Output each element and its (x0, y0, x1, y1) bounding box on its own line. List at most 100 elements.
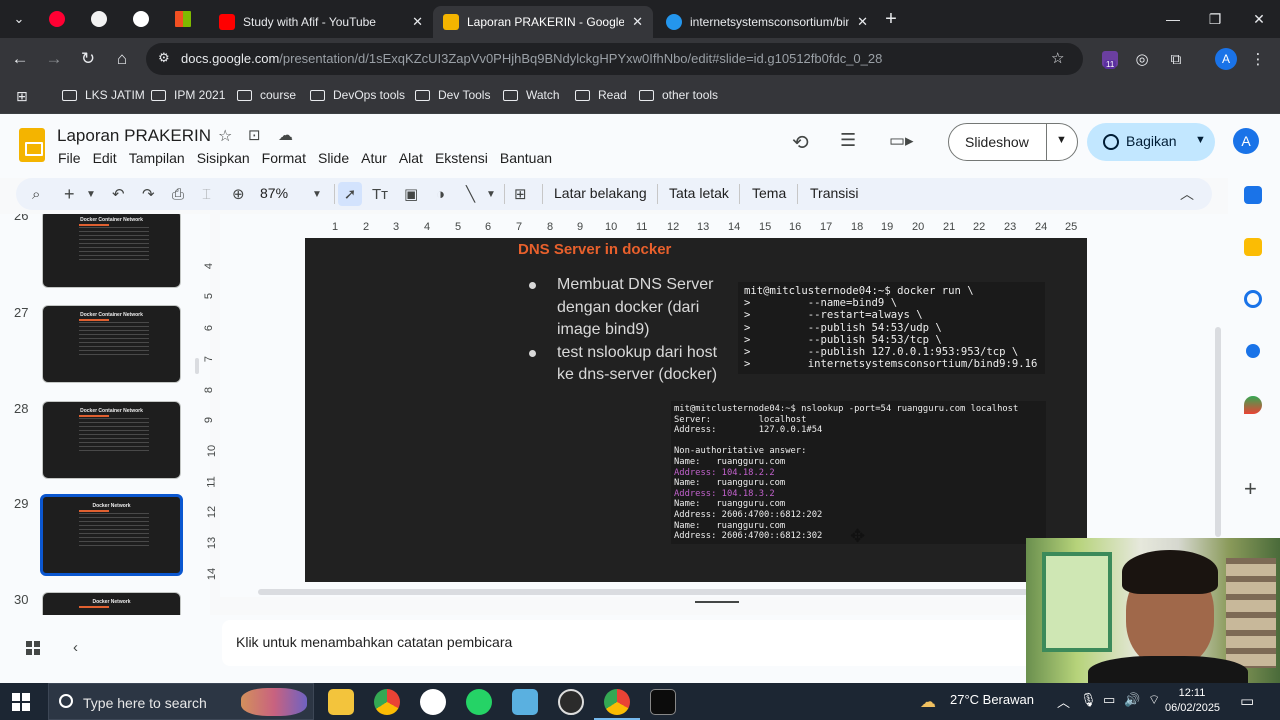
weather-text[interactable]: 27°C Berawan (950, 692, 1034, 707)
bookmark-folder[interactable]: course (237, 88, 296, 102)
apps-grid-icon[interactable]: ⊞ (16, 88, 28, 105)
chrome-icon[interactable] (374, 689, 400, 715)
zoom-icon[interactable]: ⊕ (232, 184, 245, 204)
line-icon[interactable]: ╲ (466, 184, 475, 204)
file-explorer-icon[interactable] (328, 689, 354, 715)
pinned-tab-youtube[interactable] (40, 6, 74, 32)
terminal-icon[interactable] (650, 689, 676, 715)
restore-icon[interactable]: ❐ (1200, 8, 1230, 30)
menu-edit[interactable]: Edit (93, 150, 123, 166)
bookmark-folder[interactable]: Dev Tools (415, 88, 490, 102)
background-button[interactable]: Latar belakang (554, 185, 647, 201)
show-hidden-icons-chevron-icon[interactable]: ︿ (1057, 692, 1070, 711)
bookmark-folder[interactable]: IPM 2021 (151, 88, 225, 102)
tab-search-chevron-icon[interactable]: ⌄ (6, 7, 32, 31)
document-title[interactable]: Laporan PRAKERIN (57, 126, 211, 146)
address-bar[interactable]: ⚙ docs.google.com/presentation/d/1sExqKZ… (146, 43, 1083, 75)
system-clock[interactable]: 12:11 06/02/2025 (1165, 686, 1220, 716)
microphone-icon[interactable]: 🎙 (1080, 692, 1097, 708)
slideshow-dropdown-icon[interactable]: ▼ (1056, 134, 1067, 146)
slide-thumbnail-current[interactable]: Docker Network (40, 494, 183, 576)
account-avatar[interactable]: A (1233, 128, 1259, 154)
bookmark-folder[interactable]: LKS JATIM (62, 88, 145, 102)
cloud-status-icon[interactable]: ☁ (278, 126, 293, 144)
obs-icon[interactable] (558, 689, 584, 715)
home-icon[interactable]: ⌂ (110, 47, 134, 71)
menu-view[interactable]: Tampilan (129, 150, 191, 166)
terminal-screenshot-nslookup[interactable]: mit@mitclusternode04:~$ nslookup -port=5… (671, 401, 1046, 544)
minimize-icon[interactable]: — (1158, 8, 1188, 30)
zoom-dropdown-icon[interactable]: ▼ (312, 184, 322, 204)
filmstrip-scrollbar[interactable] (195, 358, 199, 374)
collapse-toolbar-chevron-icon[interactable]: ︿ (1180, 184, 1194, 204)
layout-button[interactable]: Tata letak (669, 185, 729, 201)
star-icon[interactable]: ☆ (218, 126, 232, 146)
theme-button[interactable]: Tema (752, 185, 786, 201)
reload-icon[interactable]: ↻ (76, 47, 100, 71)
browser-menu-icon[interactable]: ⋮ (1246, 47, 1270, 71)
zoom-value[interactable]: 87% (260, 185, 288, 201)
google-slides-logo-icon[interactable] (19, 128, 45, 162)
text-box-icon[interactable]: Tт (372, 184, 388, 204)
grid-view-icon[interactable] (26, 641, 40, 655)
add-comment-icon[interactable]: ⊞ (514, 184, 527, 204)
menu-help[interactable]: Bantuan (500, 150, 558, 166)
menu-tools[interactable]: Alat (399, 150, 429, 166)
close-tab-icon[interactable]: ✕ (857, 14, 868, 30)
tab-docker-hub[interactable]: internetsystemsconsortium/bin ✕ (656, 6, 878, 38)
insert-image-icon[interactable]: ▣ (404, 184, 418, 204)
meet-camera-icon[interactable]: ▭▸ (889, 131, 914, 151)
slide-bullet-list[interactable]: Membuat DNS Server dengan docker (dari i… (527, 274, 727, 387)
search-menus-icon[interactable]: ⌕ (32, 184, 40, 204)
pinned-tab-microsoft[interactable] (166, 6, 200, 32)
share-button[interactable]: Bagikan ▼ (1087, 123, 1215, 161)
tab-google-slides[interactable]: Laporan PRAKERIN - Google Sli ✕ (433, 6, 653, 38)
close-window-icon[interactable]: ✕ (1244, 8, 1274, 30)
notes-resize-handle[interactable] (695, 601, 739, 603)
whatsapp-icon[interactable] (466, 689, 492, 715)
volume-icon[interactable]: 🔊 (1124, 692, 1140, 708)
calendar-icon[interactable] (1244, 186, 1262, 204)
weather-cloud-icon[interactable]: ☁ (920, 692, 936, 712)
undo-icon[interactable]: ↶ (112, 184, 125, 204)
pinned-tab-extension[interactable] (82, 6, 116, 32)
browser-profile-avatar[interactable]: A (1215, 48, 1237, 70)
menu-arrange[interactable]: Atur (361, 150, 393, 166)
tab-youtube[interactable]: Study with Afif - YouTube ✕ (209, 6, 433, 38)
extensions-puzzle-icon[interactable]: ⧉ (1164, 47, 1188, 71)
new-tab-plus-icon[interactable]: + (878, 7, 904, 31)
forward-arrow-icon[interactable]: → (42, 47, 66, 71)
github-desktop-icon[interactable] (420, 689, 446, 715)
menu-slide[interactable]: Slide (318, 150, 355, 166)
get-addons-plus-icon[interactable]: + (1244, 476, 1257, 502)
chrome-active-icon[interactable] (594, 689, 640, 720)
redo-icon[interactable]: ↷ (142, 184, 155, 204)
transition-button[interactable]: Transisi (810, 185, 859, 201)
back-arrow-icon[interactable]: ← (8, 47, 32, 71)
extension-icon-2[interactable]: ◎ (1130, 47, 1154, 71)
keep-icon[interactable] (1244, 238, 1262, 256)
menu-file[interactable]: File (58, 150, 87, 166)
slide-thumbnail[interactable]: Docker Container Network (42, 401, 181, 479)
slide-thumbnail[interactable]: Docker Container Network (42, 214, 181, 288)
canvas-vertical-scrollbar[interactable] (1215, 327, 1221, 537)
slide-canvas[interactable]: DNS Server in docker Membuat DNS Server … (305, 238, 1087, 582)
taskbar-search-box[interactable]: Type here to search (48, 683, 314, 720)
close-tab-icon[interactable]: ✕ (632, 14, 643, 30)
share-dropdown-icon[interactable]: ▼ (1195, 134, 1206, 146)
bookmark-folder[interactable]: DevOps tools (310, 88, 405, 102)
battery-icon[interactable]: ▭ (1103, 692, 1115, 708)
comments-icon[interactable]: ☰ (840, 130, 856, 151)
wifi-icon[interactable]: ⌔ (1148, 692, 1160, 708)
collapse-filmstrip-chevron-icon[interactable]: ‹ (73, 639, 78, 656)
paint-format-icon[interactable]: ⌶ (202, 184, 211, 204)
slide-title[interactable]: DNS Server in docker (518, 241, 671, 258)
new-slide-dropdown-icon[interactable]: ▼ (86, 184, 96, 204)
shape-icon[interactable]: ◑ (436, 184, 445, 204)
terminal-screenshot-docker-run[interactable]: mit@mitclusternode04:~$ docker run \ > -… (738, 282, 1045, 374)
bookmark-folder[interactable]: Read (575, 88, 627, 102)
notes-app-icon[interactable] (512, 689, 538, 715)
pinned-tab-github[interactable] (124, 6, 158, 32)
line-dropdown-icon[interactable]: ▼ (486, 184, 496, 204)
menu-extensions[interactable]: Ekstensi (435, 150, 494, 166)
